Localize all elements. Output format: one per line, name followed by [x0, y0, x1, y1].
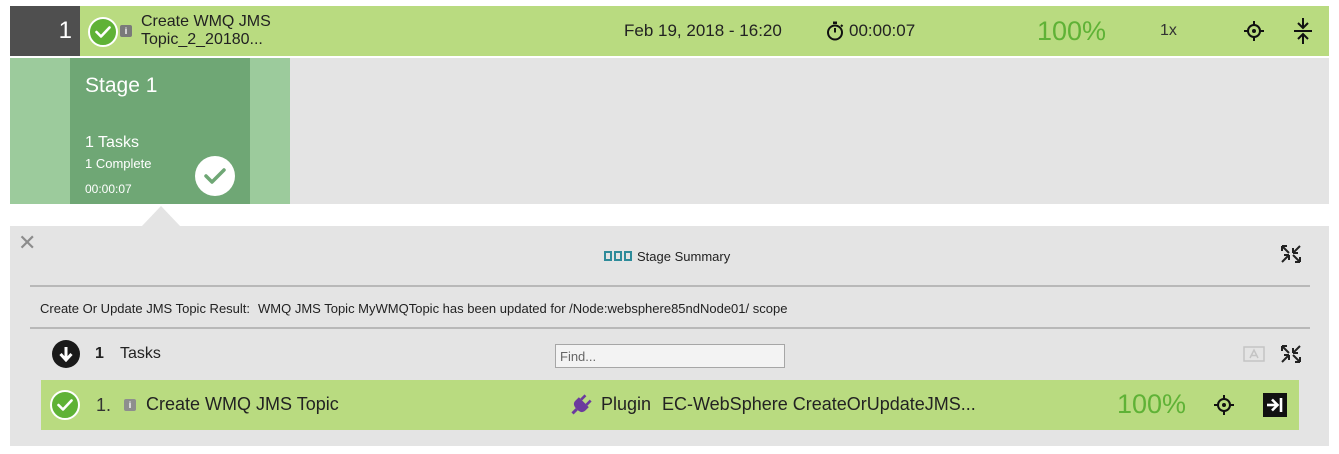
collapse-vertical-icon[interactable] — [1293, 18, 1313, 44]
task-success-check-icon — [50, 390, 80, 420]
pipeline-title-line2: Topic_2_20180... — [141, 31, 263, 48]
plug-icon — [571, 394, 592, 415]
pipeline-title[interactable]: Create WMQ JMS Topic_2_20180... — [141, 13, 301, 49]
tasks-count: 1 — [95, 345, 104, 362]
stage-summary-header: Stage Summary — [604, 248, 730, 264]
expand-arrows-icon[interactable] — [1280, 344, 1302, 364]
task-row[interactable]: 1. i Create WMQ JMS Topic Plugin EC-WebS… — [41, 380, 1299, 430]
pipeline-title-line1: Create WMQ JMS — [141, 13, 271, 30]
tasks-label: Tasks — [120, 345, 161, 362]
run-multiplier[interactable]: 1x — [1160, 22, 1177, 40]
run-duration: 00:00:07 — [849, 21, 916, 40]
arrow-right-box-icon[interactable] — [1263, 393, 1287, 417]
task-number: 1. — [96, 395, 112, 415]
sort-az-icon[interactable] — [1243, 346, 1265, 362]
stage-title: Stage 1 — [85, 74, 158, 97]
run-progress-percent: 100% — [1037, 16, 1107, 46]
task-progress-percent: 100% — [1117, 389, 1187, 419]
close-icon[interactable]: ✕ — [18, 232, 36, 254]
stage-lane: Stage 1 1 Tasks 1 Complete 00:00:07 — [10, 58, 1329, 204]
task-type: Plugin — [601, 394, 652, 414]
stage-success-check-icon — [195, 156, 235, 196]
stage-task-count: 1 Tasks — [85, 134, 139, 151]
divider — [30, 327, 1310, 329]
info-icon[interactable]: i — [124, 399, 136, 411]
arrow-down-circle-icon[interactable] — [52, 340, 80, 368]
run-number: 1 — [10, 6, 80, 56]
crosshair-icon[interactable] — [1214, 395, 1234, 415]
stage-result-value: WMQ JMS Topic MyWMQTopic has been update… — [258, 301, 788, 316]
divider — [30, 285, 1310, 287]
find-input[interactable] — [555, 344, 785, 368]
crosshair-icon[interactable] — [1244, 21, 1264, 41]
stage-result-label: Create Or Update JMS Topic Result: — [40, 301, 251, 316]
summary-pointer — [142, 206, 180, 226]
info-icon[interactable]: i — [120, 25, 132, 37]
stage-complete-count: 1 Complete — [85, 156, 152, 171]
pipeline-run-bar[interactable]: 1 i Create WMQ JMS Topic_2_20180... Feb … — [10, 6, 1329, 56]
run-date: Feb 19, 2018 - 16:20 — [624, 21, 782, 40]
stage-duration: 00:00:07 — [85, 182, 132, 196]
stopwatch-icon — [827, 21, 844, 41]
success-check-icon — [88, 17, 118, 47]
three-squares-icon — [604, 251, 632, 261]
stage-summary-panel: ✕ Stage Summary Create Or Update JMS Top… — [10, 226, 1329, 446]
stage-summary-title: Stage Summary — [637, 248, 731, 264]
task-procedure[interactable]: EC-WebSphere CreateOrUpdateJMS... — [662, 394, 992, 415]
stage-result: Create Or Update JMS Topic Result: WMQ JM… — [40, 301, 787, 316]
stage-card[interactable]: Stage 1 1 Tasks 1 Complete 00:00:07 — [70, 58, 250, 204]
task-name[interactable]: Create WMQ JMS Topic — [146, 394, 339, 415]
expand-arrows-icon[interactable] — [1280, 244, 1302, 264]
